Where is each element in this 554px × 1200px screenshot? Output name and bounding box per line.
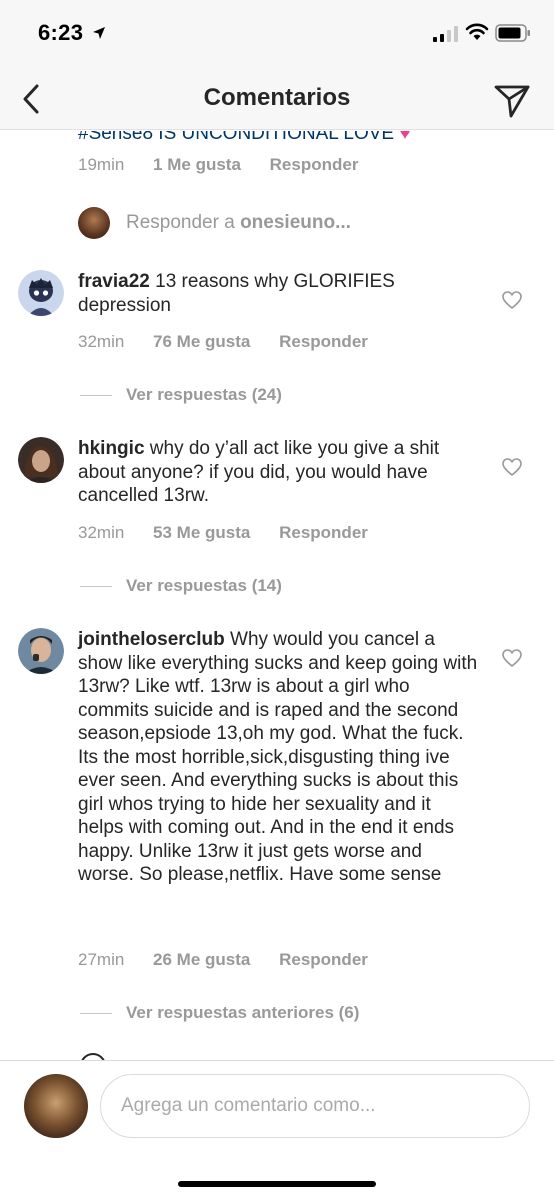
divider <box>80 1013 112 1015</box>
like-heart-icon[interactable] <box>501 290 523 310</box>
comment-likes[interactable]: 1 Me gusta <box>153 155 241 174</box>
comment-time: 32min <box>78 523 125 542</box>
location-arrow-icon <box>93 27 105 39</box>
view-replies-button[interactable]: Ver respuestas (14) <box>80 576 282 596</box>
reply-button[interactable]: Responder <box>279 523 368 542</box>
reply-username[interactable]: onesieuno... <box>240 212 351 233</box>
comment-time: 19min <box>78 155 125 174</box>
clipped-comment-text: #Sense8 IS UNCONDITIONAL LOVE ♥ <box>78 131 411 145</box>
comments-list[interactable]: #Sense8 IS UNCONDITIONAL LOVE ♥ 19min 1 … <box>0 131 554 1060</box>
comment-username[interactable]: hkingic <box>78 438 145 459</box>
avatar[interactable] <box>18 270 64 316</box>
comment-composer <box>0 1060 554 1200</box>
comment-input[interactable] <box>100 1074 530 1138</box>
view-replies-label: Ver respuestas anteriores (6) <box>126 1003 360 1022</box>
reply-prefix: Responder a <box>126 212 241 233</box>
comment-text: jointheloserclub Why would you cancel a … <box>78 628 478 887</box>
avatar <box>78 207 110 239</box>
comment-text: fravia22 13 reasons why GLORIFIES depres… <box>78 270 478 317</box>
view-replies-label: Ver respuestas (24) <box>126 385 282 404</box>
pink-heart-emoji-icon: ♥ <box>399 131 411 144</box>
avatar[interactable] <box>18 628 64 674</box>
direct-message-icon[interactable] <box>490 78 534 122</box>
avatar <box>24 1074 88 1138</box>
next-comment-peek <box>80 1053 420 1060</box>
comment-time: 32min <box>78 332 125 351</box>
comment-content: Why would you cancel a show like everyth… <box>78 629 478 885</box>
cellular-signal-icon <box>433 26 458 42</box>
reply-button[interactable]: Responder <box>279 950 368 969</box>
comment-likes[interactable]: 76 Me gusta <box>153 332 250 351</box>
reply-button[interactable]: Responder <box>270 155 359 174</box>
status-bar: 6:23 <box>0 0 554 70</box>
comment-text: hkingic why do y’all act like you give a… <box>78 437 478 508</box>
home-indicator[interactable] <box>178 1181 376 1187</box>
comment-likes[interactable]: 26 Me gusta <box>153 950 250 969</box>
wifi-icon <box>465 23 489 40</box>
view-replies-button[interactable]: Ver respuestas anteriores (6) <box>80 1003 359 1023</box>
clipped-comment-meta: 19min 1 Me gusta Responder <box>78 155 382 175</box>
like-heart-icon[interactable] <box>501 648 523 668</box>
comment-time: 27min <box>78 950 125 969</box>
like-heart-icon[interactable] <box>501 457 523 477</box>
comment-likes[interactable]: 53 Me gusta <box>153 523 250 542</box>
comment-meta: 32min 53 Me gusta Responder <box>78 523 392 543</box>
avatar[interactable] <box>18 437 64 483</box>
comment-meta: 32min 76 Me gusta Responder <box>78 332 392 352</box>
reply-button[interactable]: Responder <box>279 332 368 351</box>
battery-icon <box>495 24 530 42</box>
view-replies-button[interactable]: Ver respuestas (24) <box>80 385 282 405</box>
comment-meta: 27min 26 Me gusta Responder <box>78 950 392 970</box>
comment-username[interactable]: jointheloserclub <box>78 629 225 650</box>
navigation-bar: Comentarios <box>0 70 554 130</box>
divider <box>80 586 112 588</box>
status-time: 6:23 <box>38 20 84 45</box>
view-replies-label: Ver respuestas (14) <box>126 576 282 595</box>
page-title: Comentarios <box>203 84 351 111</box>
divider <box>80 395 112 397</box>
comment-username[interactable]: fravia22 <box>78 271 150 292</box>
avatar <box>80 1053 106 1060</box>
